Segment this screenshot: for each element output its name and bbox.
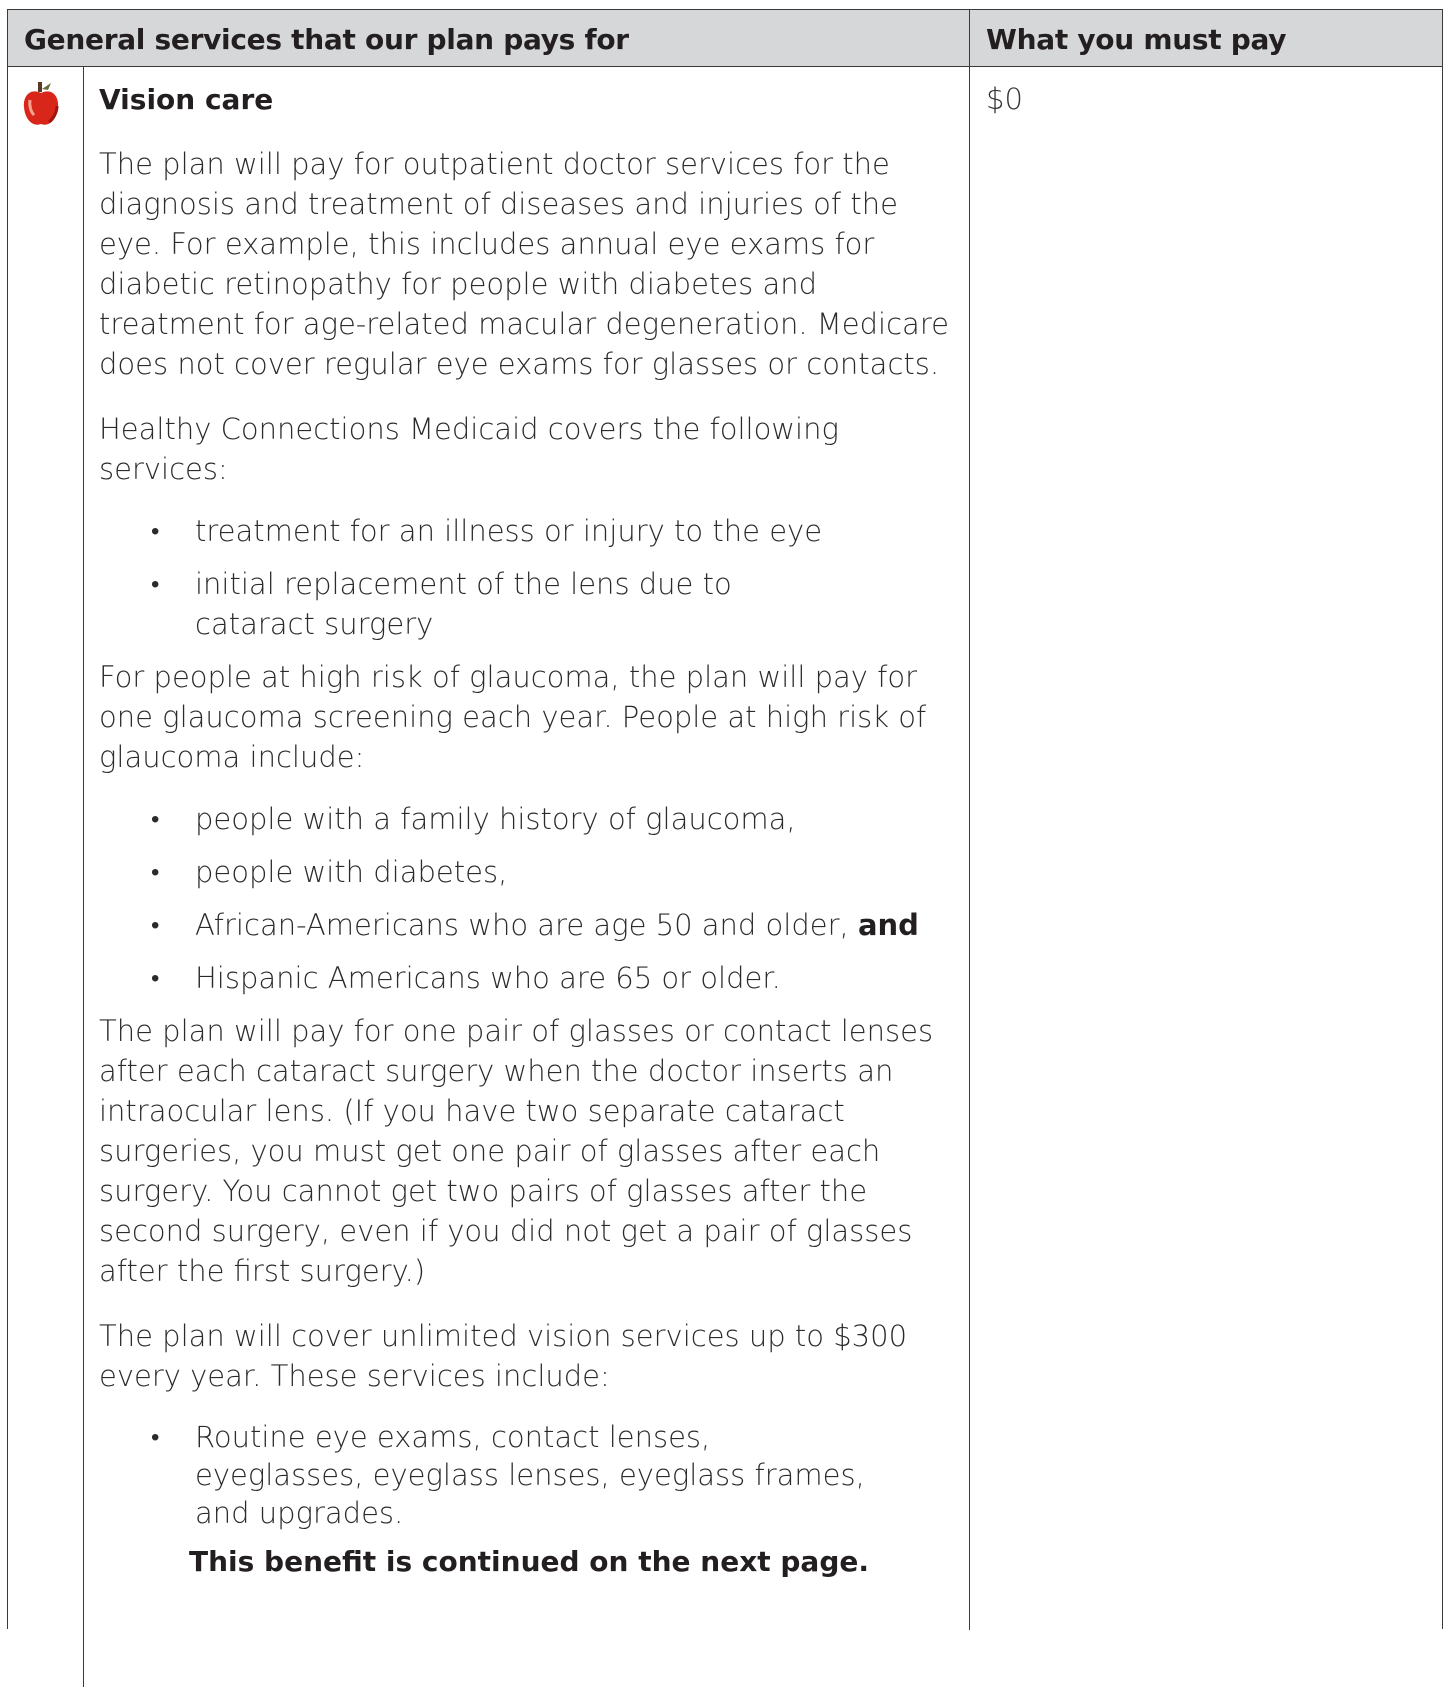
section-title: Vision care: [99, 83, 274, 116]
continued-note: This benefit is continued on the next pa…: [189, 1545, 869, 1578]
column-divider: [969, 10, 970, 1630]
paragraph-unlimited: The plan will cover unlimited vision ser…: [99, 1319, 908, 1393]
benefits-table: General services that our plan pays for …: [7, 9, 1443, 1687]
paragraph-outpatient: The plan will pay for outpatient doctor …: [99, 147, 949, 381]
paragraph-glasses: The plan will pay for one pair of glasse…: [99, 1014, 934, 1288]
header-cost: What you must pay: [986, 23, 1287, 56]
icon-column-divider: [83, 67, 84, 1687]
list-item-emphasis: and: [857, 908, 919, 942]
list-item: people with diabetes,: [99, 852, 959, 892]
glaucoma-list: people with a family history of glaucoma…: [99, 799, 959, 998]
service-description: Vision care The plan will pay for outpat…: [99, 82, 959, 1578]
paragraph-medicaid: Healthy Connections Medicaid covers the …: [99, 412, 839, 486]
table-header: General services that our plan pays for …: [8, 10, 1442, 67]
cost-cell: $0: [986, 82, 1023, 116]
header-services: General services that our plan pays for: [24, 23, 629, 56]
list-item: African-Americans who are age 50 and old…: [99, 905, 959, 945]
apple-icon: [23, 82, 59, 125]
medicaid-list: treatment for an illness or injury to th…: [99, 511, 959, 644]
list-item: treatment for an illness or injury to th…: [99, 511, 959, 551]
list-item: Routine eye exams, contact lenses, eyegl…: [99, 1418, 885, 1532]
list-item: people with a family history of glaucoma…: [99, 799, 959, 839]
list-item-text: African-Americans who are age 50 and old…: [195, 908, 849, 942]
paragraph-glaucoma: For people at high risk of glaucoma, the…: [99, 660, 927, 774]
list-item: initial replacement of the lens due to c…: [99, 564, 855, 644]
list-item: Hispanic Americans who are 65 or older.: [99, 958, 959, 998]
vision-services-list: Routine eye exams, contact lenses, eyegl…: [99, 1418, 959, 1532]
